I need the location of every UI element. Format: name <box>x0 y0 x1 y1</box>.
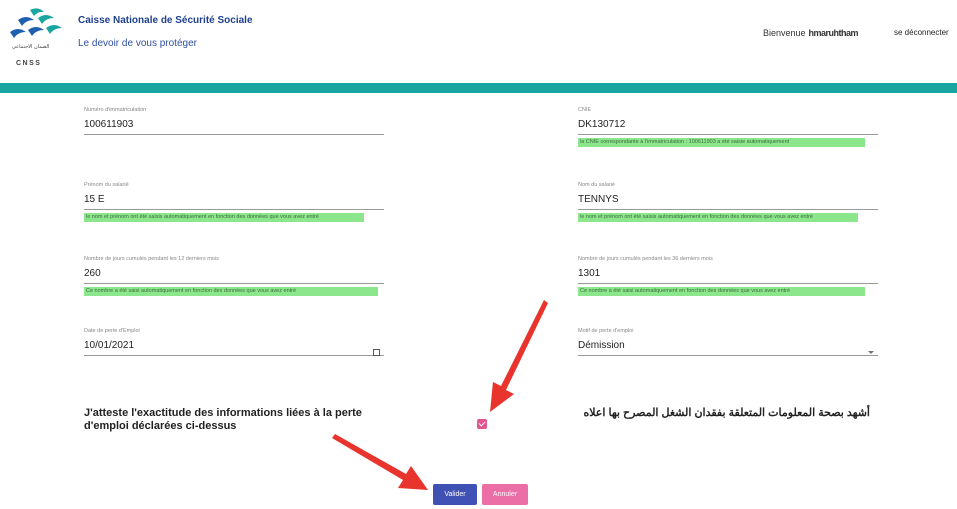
annotation-arrow-to-valider <box>332 434 428 490</box>
annotation-arrow-to-checkbox <box>490 300 548 412</box>
annotation-arrows <box>332 300 548 490</box>
